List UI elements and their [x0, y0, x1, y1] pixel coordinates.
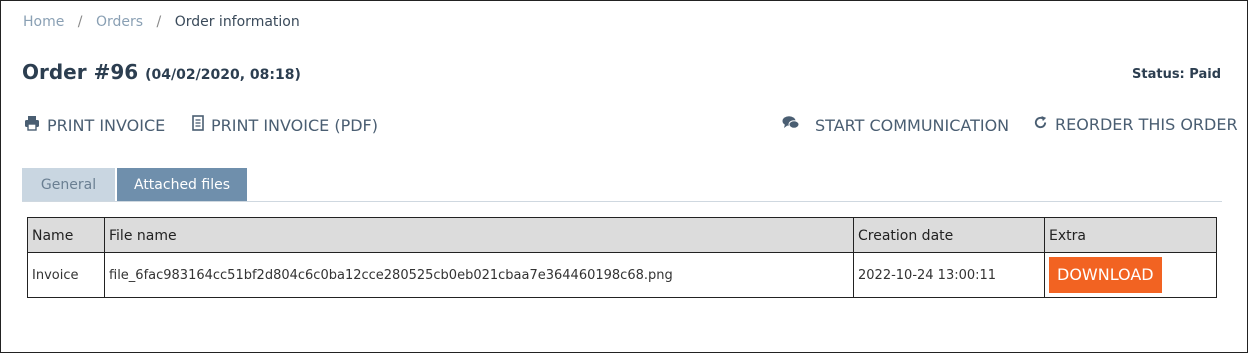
breadcrumb-separator: / [77, 14, 83, 30]
breadcrumb: Home / Orders / Order information [23, 14, 300, 30]
print-invoice-button[interactable]: PRINT INVOICE [24, 115, 165, 135]
attached-files-table: Name File name Creation date Extra Invoi… [27, 217, 1217, 298]
chat-bubbles-icon [782, 115, 807, 135]
reorder-label: REORDER THIS ORDER [1055, 115, 1238, 134]
print-invoice-pdf-button[interactable]: PRINT INVOICE (PDF) [192, 115, 378, 135]
breadcrumb-current: Order information [174, 14, 300, 30]
print-invoice-pdf-label: PRINT INVOICE (PDF) [211, 115, 378, 135]
refresh-icon [1033, 115, 1055, 134]
breadcrumb-home-link[interactable]: Home [23, 14, 64, 30]
reorder-button[interactable]: REORDER THIS ORDER [1033, 115, 1238, 134]
start-communication-button[interactable]: START COMMUNICATION [782, 115, 1009, 135]
order-datetime: (04/02/2020, 08:18) [145, 67, 301, 83]
cell-creation-date: 2022-10-24 13:00:11 [853, 252, 1045, 298]
column-header-name: Name [27, 217, 105, 253]
status-badge: Status: Paid [1132, 67, 1221, 82]
printer-icon [24, 115, 47, 135]
column-header-extra: Extra [1044, 217, 1217, 253]
column-header-file-name: File name [104, 217, 854, 253]
download-button[interactable]: DOWNLOAD [1049, 257, 1162, 293]
start-communication-label: START COMMUNICATION [815, 115, 1010, 135]
tab-attached-files[interactable]: Attached files [117, 168, 247, 201]
order-title: Order #96 [22, 60, 139, 84]
tab-general[interactable]: General [22, 168, 115, 201]
cell-extra: DOWNLOAD [1044, 252, 1217, 298]
breadcrumb-orders-link[interactable]: Orders [96, 14, 143, 30]
cell-name: Invoice [27, 252, 105, 298]
print-invoice-label: PRINT INVOICE [47, 115, 166, 135]
table-header-row: Name File name Creation date Extra [27, 217, 1217, 253]
page-frame: Home / Orders / Order information Order … [0, 0, 1248, 353]
page-title: Order #96 (04/02/2020, 08:18) [22, 60, 301, 84]
tab-divider [22, 201, 1222, 202]
document-icon [192, 115, 211, 135]
breadcrumb-separator: / [156, 14, 162, 30]
tab-bar: General Attached files [22, 168, 247, 201]
table-row: Invoice file_6fac983164cc51bf2d804c6c0ba… [27, 252, 1217, 298]
column-header-creation-date: Creation date [853, 217, 1045, 253]
cell-file-name: file_6fac983164cc51bf2d804c6c0ba12cce280… [104, 252, 854, 298]
